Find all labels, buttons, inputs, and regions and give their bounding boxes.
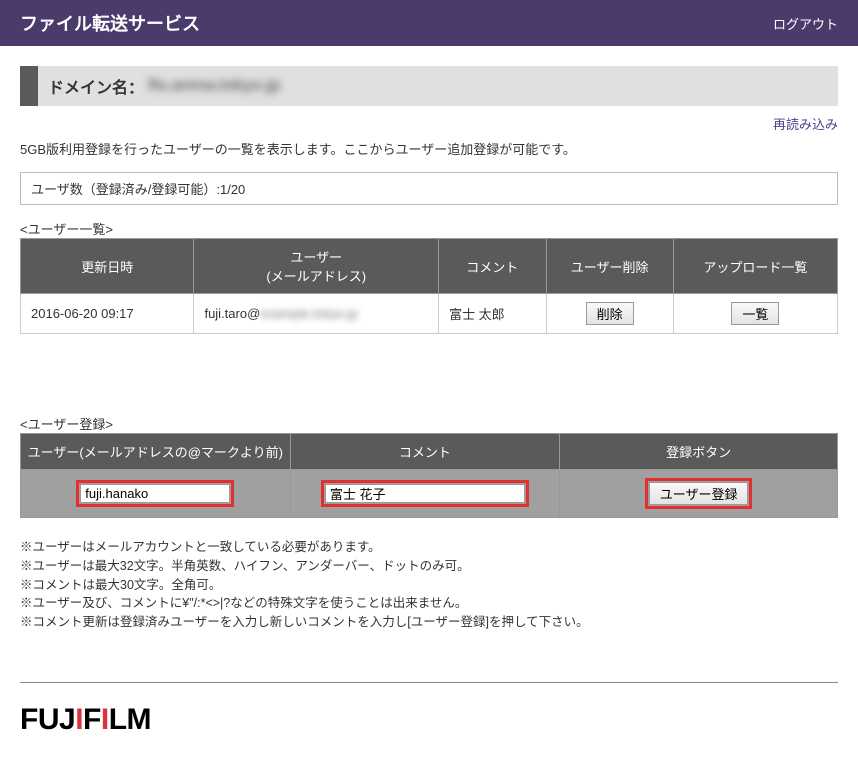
note-line: ※コメント更新は登録済みユーザーを入力し新しいコメントを入力し[ユーザー登録]を…	[20, 613, 838, 632]
footer: FUJIFILM	[0, 683, 858, 767]
domain-value: fts.arena.tokyo.jp	[148, 77, 280, 95]
note-line: ※ユーザーは最大32文字。半角英数、ハイフン、アンダーバー、ドットのみ可。	[20, 557, 838, 576]
register-button[interactable]: ユーザー登録	[649, 482, 749, 505]
notes-block: ※ユーザーはメールアカウントと一致している必要があります。 ※ユーザーは最大32…	[20, 538, 838, 632]
app-header: ファイル転送サービス ログアウト	[0, 0, 858, 46]
page-description: 5GB版利用登録を行ったユーザーの一覧を表示します。ここからユーザー追加登録が可…	[20, 139, 838, 158]
user-reg-section-label: <ユーザー登録>	[20, 414, 838, 433]
upload-list-button[interactable]: 一覧	[731, 302, 779, 325]
reg-cell-button: ユーザー登録	[560, 470, 838, 518]
fujifilm-logo: FUJIFILM	[20, 703, 838, 737]
reload-link[interactable]: 再読み込み	[773, 117, 838, 132]
cell-comment: 富士 太郎	[439, 294, 546, 334]
reg-col-button: 登録ボタン	[560, 434, 838, 470]
comment-input[interactable]	[325, 484, 525, 503]
app-title: ファイル転送サービス	[20, 10, 200, 36]
col-comment: コメント	[439, 239, 546, 294]
highlight-box: ユーザー登録	[645, 478, 753, 509]
note-line: ※ユーザーはメールアカウントと一致している必要があります。	[20, 538, 838, 557]
cell-email: fuji.taro@example.tokyo.jp	[194, 294, 439, 334]
table-row: 2016-06-20 09:17 fuji.taro@example.tokyo…	[21, 294, 838, 334]
user-count-label: ユーザ数（登録済み/登録可能）	[31, 182, 216, 197]
user-input[interactable]	[80, 484, 230, 503]
cell-updated: 2016-06-20 09:17	[21, 294, 194, 334]
cell-delete: 削除	[546, 294, 673, 334]
reg-col-user: ユーザー(メールアドレスの@マークより前)	[21, 434, 291, 470]
main-content: ドメイン名： fts.arena.tokyo.jp 再読み込み 5GB版利用登録…	[0, 46, 858, 682]
delete-button[interactable]: 削除	[586, 302, 634, 325]
user-count-value: :1/20	[216, 182, 245, 197]
note-line: ※コメントは最大30文字。全角可。	[20, 576, 838, 595]
domain-label: ドメイン名：	[48, 74, 144, 98]
user-register-table: ユーザー(メールアドレスの@マークより前) コメント 登録ボタン	[20, 433, 838, 518]
user-list-table: 更新日時 ユーザー (メールアドレス) コメント ユーザー削除 アップロード一覧…	[20, 238, 838, 334]
col-delete: ユーザー削除	[546, 239, 673, 294]
table-row: ユーザー登録	[21, 470, 838, 518]
note-line: ※ユーザー及び、コメントに¥"/:*<>|?などの特殊文字を使うことは出来ません…	[20, 594, 838, 613]
col-uploads: アップロード一覧	[673, 239, 837, 294]
cell-uploads: 一覧	[673, 294, 837, 334]
col-updated: 更新日時	[21, 239, 194, 294]
reg-col-comment: コメント	[290, 434, 560, 470]
domain-bar: ドメイン名： fts.arena.tokyo.jp	[20, 66, 838, 106]
col-user: ユーザー (メールアドレス)	[194, 239, 439, 294]
highlight-box	[76, 480, 234, 507]
reg-cell-user	[21, 470, 291, 518]
user-count-box: ユーザ数（登録済み/登録可能）:1/20	[20, 172, 838, 205]
reg-cell-comment	[290, 470, 560, 518]
user-list-section-label: <ユーザー一覧>	[20, 219, 838, 238]
logout-link[interactable]: ログアウト	[773, 14, 838, 33]
highlight-box	[321, 480, 529, 507]
